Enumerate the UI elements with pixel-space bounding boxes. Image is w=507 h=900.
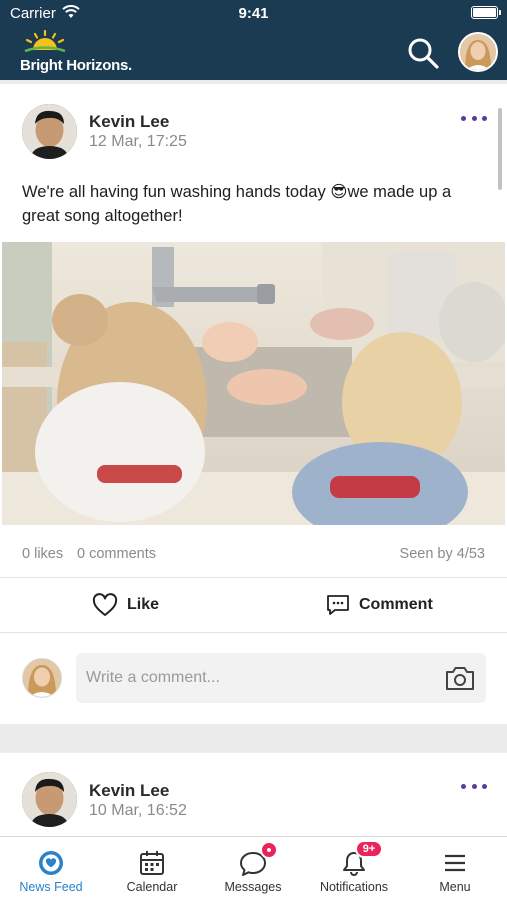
author-avatar-image xyxy=(22,104,77,159)
comment-input[interactable] xyxy=(86,653,436,703)
comment-icon xyxy=(327,595,349,615)
tab-label: Notifications xyxy=(319,880,389,894)
post-card: Kevin Lee 10 Mar, 16:52 xyxy=(0,753,507,843)
children-washing-hands-image xyxy=(2,242,505,525)
status-time: 9:41 xyxy=(238,5,269,22)
author-avatar[interactable] xyxy=(22,104,77,159)
post-card: Kevin Lee 12 Mar, 17:25 We're all having… xyxy=(0,84,507,724)
more-options-icon[interactable] xyxy=(461,779,487,793)
comment-label: Comment xyxy=(359,596,433,613)
author-name[interactable]: Kevin Lee xyxy=(89,781,169,801)
author-avatar[interactable] xyxy=(22,772,77,827)
tab-bar: News Feed Calendar Messages 9+ Notificat… xyxy=(0,836,507,900)
sun-icon xyxy=(24,30,66,52)
divider xyxy=(0,577,507,578)
tab-label: Calendar xyxy=(126,880,178,894)
author-avatar-image xyxy=(22,772,77,827)
user-avatar-image xyxy=(460,34,496,70)
tab-label: Messages xyxy=(224,880,282,894)
like-label: Like xyxy=(127,596,160,613)
heart-icon xyxy=(92,593,118,616)
post-text-part1: We're all having fun washing hands today xyxy=(22,183,331,201)
logo-text: Bright Horizons. xyxy=(20,57,132,74)
more-options-icon[interactable] xyxy=(461,111,487,125)
battery-icon xyxy=(471,6,501,19)
commenter-avatar-image xyxy=(23,659,61,697)
tab-messages[interactable]: Messages xyxy=(203,837,303,900)
comment-button[interactable]: Comment xyxy=(326,590,433,620)
seen-by-count[interactable]: Seen by 4/53 xyxy=(400,546,485,562)
tab-label: News Feed xyxy=(19,880,83,894)
bright-horizons-logo[interactable]: Bright Horizons. xyxy=(18,30,138,76)
comment-box xyxy=(76,653,486,703)
scroll-indicator[interactable] xyxy=(498,108,502,190)
divider xyxy=(0,632,507,633)
commenter-avatar xyxy=(22,658,62,698)
tab-news-feed[interactable]: News Feed xyxy=(1,837,101,900)
status-bar: Carrier 9:41 xyxy=(0,0,507,28)
like-button[interactable]: Like xyxy=(92,590,159,620)
tab-label: Menu xyxy=(439,880,471,894)
camera-icon[interactable] xyxy=(444,664,476,692)
user-avatar[interactable] xyxy=(458,32,498,72)
tab-menu[interactable]: Menu xyxy=(405,837,505,900)
sunglasses-emoji: 😎 xyxy=(330,183,348,201)
tab-notifications[interactable]: 9+ Notifications xyxy=(304,837,404,900)
post-date: 12 Mar, 17:25 xyxy=(89,133,187,150)
tab-calendar[interactable]: Calendar xyxy=(102,837,202,900)
comments-count[interactable]: 0 comments xyxy=(77,546,156,562)
notifications-badge: 9+ xyxy=(355,840,383,858)
messages-unread-dot xyxy=(260,841,278,859)
post-photo[interactable] xyxy=(2,242,505,525)
news-feed-icon xyxy=(39,851,63,875)
author-name[interactable]: Kevin Lee xyxy=(89,112,169,132)
likes-count[interactable]: 0 likes xyxy=(22,546,63,562)
post-text: We're all having fun washing hands today… xyxy=(22,180,487,228)
calendar-icon xyxy=(140,851,164,875)
app-header: Carrier 9:41 Bright Horizons. xyxy=(0,0,507,80)
menu-icon xyxy=(445,854,465,872)
search-icon[interactable] xyxy=(405,35,441,71)
post-date: 10 Mar, 16:52 xyxy=(89,802,187,819)
